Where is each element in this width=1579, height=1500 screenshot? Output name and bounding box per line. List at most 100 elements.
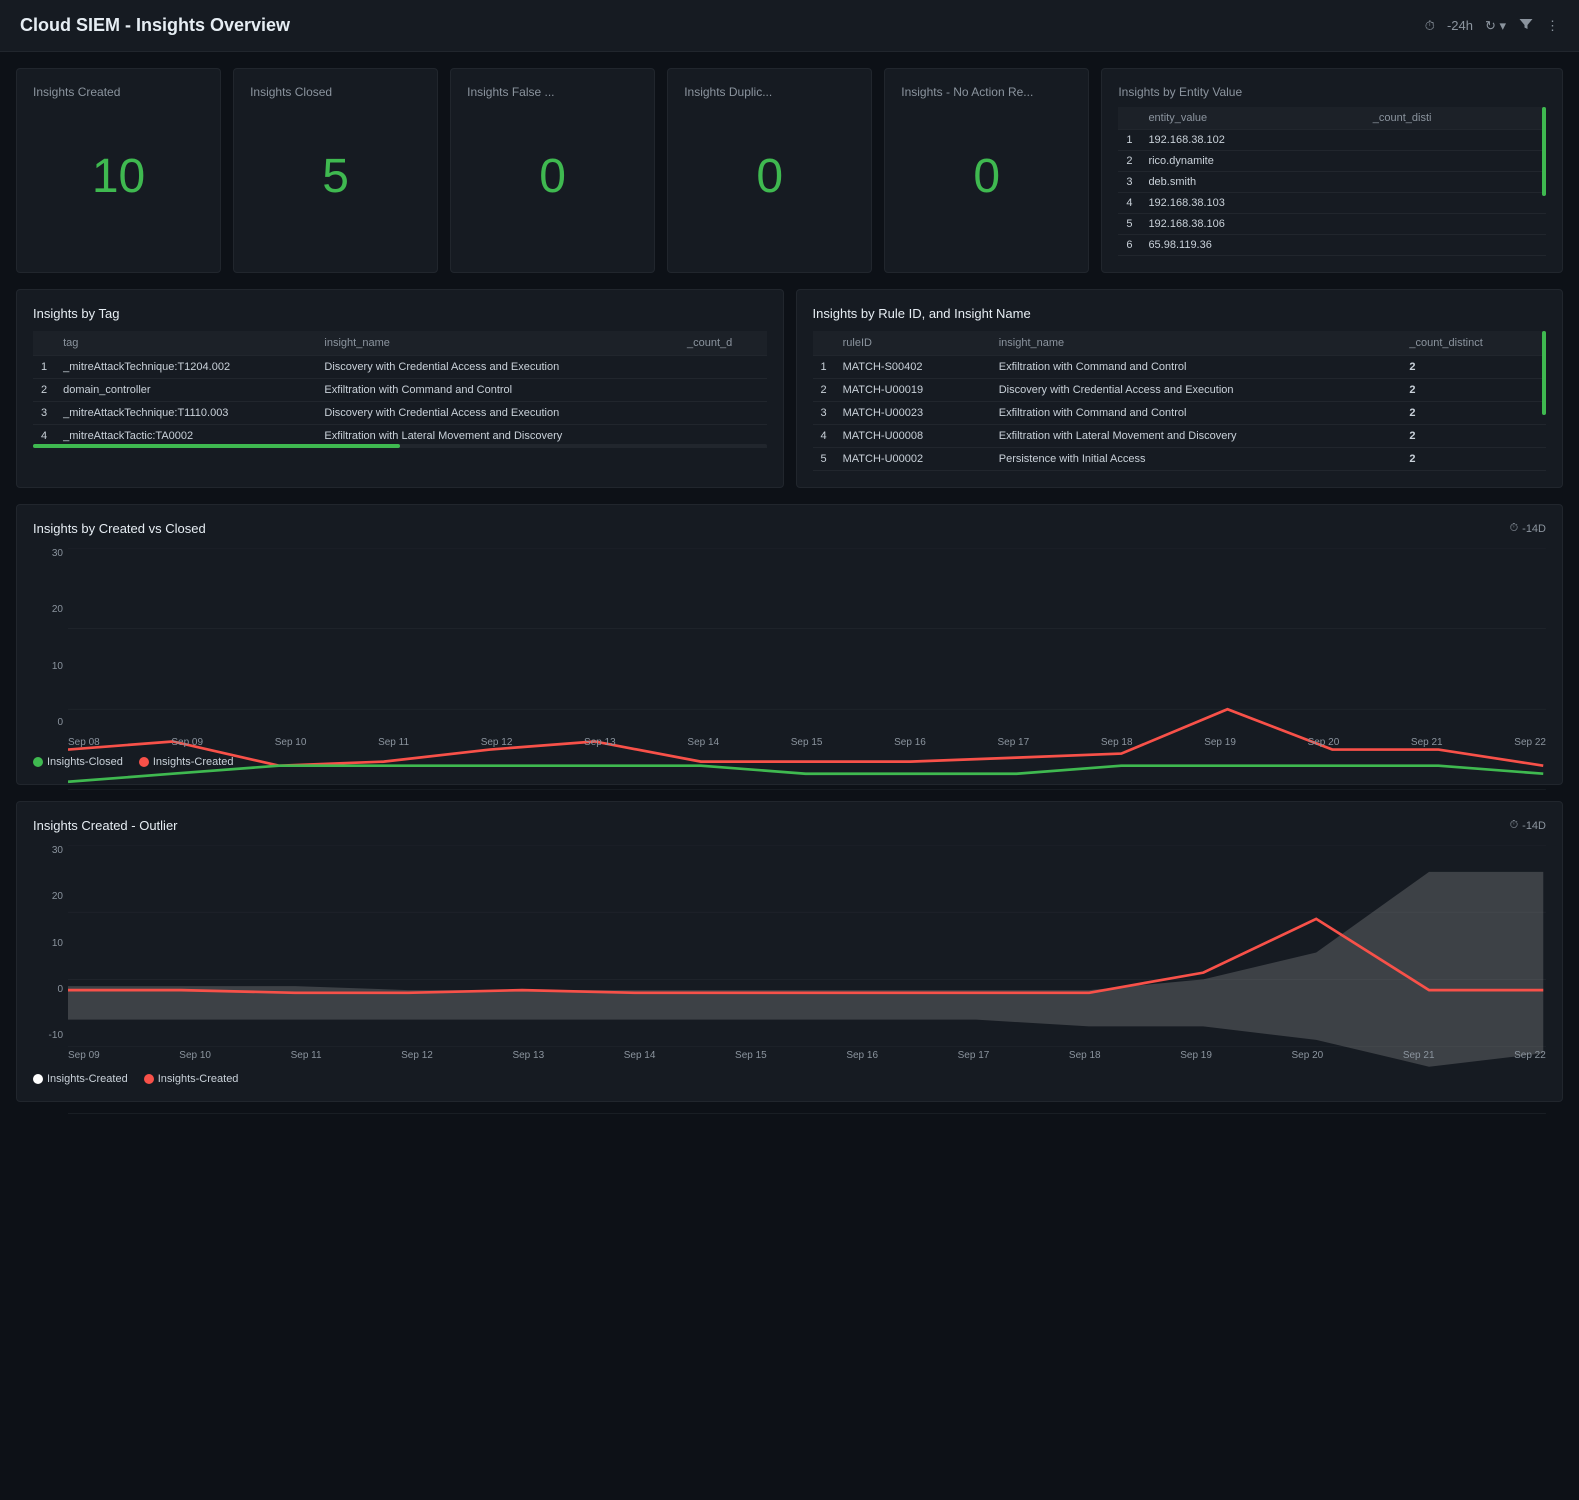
entity-value: rico.dynamite (1140, 151, 1364, 172)
rule-col-count: _count_distinct (1401, 331, 1546, 356)
legend2-white-dot (33, 1074, 43, 1084)
entity-value: 192.168.38.102 (1140, 130, 1364, 151)
tag-insight: Discovery with Credential Access and Exe… (316, 356, 679, 379)
chart2-header: Insights Created - Outlier ⏱ -14D (33, 818, 1546, 833)
legend-closed-dot (33, 757, 43, 767)
row-num: 1 (813, 356, 835, 379)
stat-duplic: Insights Duplic... 0 (667, 68, 872, 273)
stat-created: Insights Created 10 (16, 68, 221, 273)
table-row[interactable]: 1192.168.38.102 (1118, 130, 1546, 151)
stat-false-label: Insights False ... (467, 85, 638, 99)
entity-col-value: entity_value (1140, 107, 1364, 130)
row-num: 4 (1118, 193, 1140, 214)
tag-table-card: Insights by Tag tag insight_name _count_… (16, 289, 784, 488)
table-row[interactable]: 5192.168.38.106 (1118, 214, 1546, 235)
rule-count: 2 (1401, 402, 1546, 425)
stat-duplic-label: Insights Duplic... (684, 85, 855, 99)
entity-value: 65.98.119.36 (1140, 235, 1364, 256)
chart1-y-axis: 3020100 (33, 548, 63, 728)
rule-count: 2 (1401, 425, 1546, 448)
time-icon: ⏱ (1425, 18, 1435, 34)
table-row[interactable]: 2domain_controllerExfiltration with Comm… (33, 379, 767, 402)
stat-closed-value: 5 (250, 139, 421, 224)
rule-insight: Exfiltration with Lateral Movement and D… (991, 425, 1402, 448)
chart1-area: 3020100 Sep 08Sep 09Sep 10Sep 11Sep 12Se… (33, 548, 1546, 748)
table-row[interactable]: 5MATCH-U00002Persistence with Initial Ac… (813, 448, 1547, 471)
tag-value: _mitreAttackTechnique:T1204.002 (55, 356, 316, 379)
table-row[interactable]: 4MATCH-U00008Exfiltration with Lateral M… (813, 425, 1547, 448)
page-title: Cloud SIEM - Insights Overview (20, 15, 290, 36)
stat-noaction-value: 0 (901, 139, 1072, 224)
chart2-area: 3020100-10 Sep 09Sep 10Sep 11Sep 12Sep 1… (33, 845, 1546, 1065)
table-row[interactable]: 3_mitreAttackTechnique:T1110.003Discover… (33, 402, 767, 425)
rule-table-title: Insights by Rule ID, and Insight Name (813, 306, 1547, 321)
clock-icon: ⏱ (1510, 522, 1519, 535)
row-num: 2 (1118, 151, 1140, 172)
stat-duplic-value: 0 (684, 139, 855, 224)
rule-table-card: Insights by Rule ID, and Insight Name ru… (796, 289, 1564, 488)
table-row[interactable]: 1MATCH-S00402Exfiltration with Command a… (813, 356, 1547, 379)
rule-col-num (813, 331, 835, 356)
tag-col-count: _count_d (679, 331, 767, 356)
table-row[interactable]: 3deb.smith (1118, 172, 1546, 193)
row-num: 4 (813, 425, 835, 448)
rule-id: MATCH-U00002 (835, 448, 991, 471)
rule-id: MATCH-U00019 (835, 379, 991, 402)
rule-insight: Exfiltration with Command and Control (991, 402, 1402, 425)
entity-card-title: Insights by Entity Value (1118, 85, 1546, 99)
tag-count (679, 356, 767, 379)
row-num: 3 (1118, 172, 1140, 193)
chart2-title: Insights Created - Outlier (33, 818, 178, 833)
entity-count (1365, 130, 1546, 151)
rule-id: MATCH-S00402 (835, 356, 991, 379)
rule-insight: Exfiltration with Command and Control (991, 356, 1402, 379)
tag-insight: Discovery with Credential Access and Exe… (316, 402, 679, 425)
chart2-x-axis: Sep 09Sep 10Sep 11Sep 12Sep 13Sep 14Sep … (68, 1050, 1546, 1061)
row-num: 2 (33, 379, 55, 402)
stat-created-label: Insights Created (33, 85, 204, 99)
rule-insight: Persistence with Initial Access (991, 448, 1402, 471)
table-row[interactable]: 1_mitreAttackTechnique:T1204.002Discover… (33, 356, 767, 379)
entity-count (1365, 214, 1546, 235)
rule-scrollbar[interactable] (1542, 331, 1546, 415)
chart2-svg (68, 845, 1546, 1114)
rule-table: ruleID insight_name _count_distinct 1MAT… (813, 331, 1547, 471)
table-row[interactable]: 4192.168.38.103 (1118, 193, 1546, 214)
refresh-button[interactable]: ↻ ▾ (1485, 18, 1506, 34)
table-row[interactable]: 2MATCH-U00019Discovery with Credential A… (813, 379, 1547, 402)
entity-value-card: Insights by Entity Value entity_value _c… (1101, 68, 1563, 273)
entity-count (1365, 235, 1546, 256)
chart2-time: ⏱ -14D (1510, 819, 1546, 832)
table-row[interactable]: 3MATCH-U00023Exfiltration with Command a… (813, 402, 1547, 425)
row-num: 6 (1118, 235, 1140, 256)
header-controls: ⏱ -24h ↻ ▾ ⋮ (1425, 16, 1559, 35)
chart1-card: Insights by Created vs Closed ⏱ -14D 302… (16, 504, 1563, 785)
entity-col-count: _count_disti (1365, 107, 1546, 130)
row-num: 3 (33, 402, 55, 425)
stat-closed-label: Insights Closed (250, 85, 421, 99)
tag-col-insight: insight_name (316, 331, 679, 356)
row-num: 1 (1118, 130, 1140, 151)
entity-value: 192.168.38.106 (1140, 214, 1364, 235)
chart1-svg (68, 548, 1546, 790)
stat-noaction: Insights - No Action Re... 0 (884, 68, 1089, 273)
tag-table: tag insight_name _count_d 1_mitreAttackT… (33, 331, 767, 448)
horizontal-scrollbar[interactable] (33, 444, 400, 448)
stat-false-value: 0 (467, 139, 638, 224)
scrollbar[interactable] (1542, 107, 1546, 196)
chart2-card: Insights Created - Outlier ⏱ -14D 302010… (16, 801, 1563, 1102)
table-row[interactable]: 665.98.119.36 (1118, 235, 1546, 256)
entity-value: deb.smith (1140, 172, 1364, 193)
rule-col-id: ruleID (835, 331, 991, 356)
row-num: 5 (813, 448, 835, 471)
filter-icon[interactable] (1518, 16, 1534, 35)
stat-noaction-label: Insights - No Action Re... (901, 85, 1072, 99)
tag-value: domain_controller (55, 379, 316, 402)
table-row[interactable]: 2rico.dynamite (1118, 151, 1546, 172)
time-range[interactable]: -24h (1447, 18, 1473, 33)
tag-insight: Exfiltration with Command and Control (316, 379, 679, 402)
row-num: 5 (1118, 214, 1140, 235)
entity-table: entity_value _count_disti 1192.168.38.10… (1118, 107, 1546, 256)
entity-count (1365, 172, 1546, 193)
more-icon[interactable]: ⋮ (1546, 18, 1559, 34)
